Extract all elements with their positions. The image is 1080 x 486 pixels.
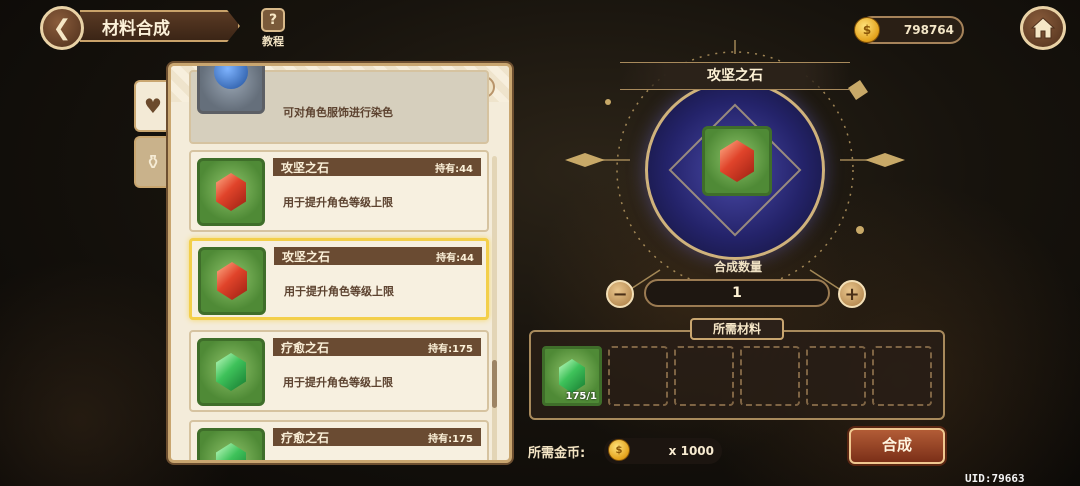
item-owned-count: 持有:175 xyxy=(428,343,473,355)
material-list-panel: ⬆ 可对角色服饰进行染色 攻坚之石 持有:44 用于提升角色等级上限 攻坚之石 … xyxy=(168,63,512,463)
material-count: 175/1 xyxy=(565,391,597,402)
item-header: 攻坚之石 持有:44 xyxy=(274,247,482,265)
item-description: 用于提升角色等级上限 xyxy=(283,376,393,389)
item-icon-frame xyxy=(197,428,265,460)
item-owned-count: 持有:175 xyxy=(428,433,473,445)
tutorial-label: 教程 xyxy=(262,35,284,48)
material-slot-empty xyxy=(674,346,734,406)
list-item[interactable]: 攻坚之石 持有:44 用于提升角色等级上限 xyxy=(189,150,489,232)
quantity-input[interactable]: 1 xyxy=(644,279,830,307)
list-item[interactable]: 疗愈之石 持有:175 用于提升角色等级上限 xyxy=(189,330,489,412)
item-header: 疗愈之石 持有:175 xyxy=(273,338,481,356)
item-owned-count: 持有:44 xyxy=(436,252,474,264)
result-item-name: 攻坚之石 xyxy=(620,62,850,90)
potion-bag-icon: ⚱ xyxy=(144,150,162,174)
item-icon-frame xyxy=(197,338,265,406)
quantity-label: 合成数量 xyxy=(713,260,762,274)
list-item[interactable]: 疗愈之石 持有:175 xyxy=(189,420,489,460)
scrollbar-track[interactable] xyxy=(492,156,497,460)
item-icon-frame xyxy=(197,66,265,114)
dye-orb-icon xyxy=(214,66,248,89)
back-button[interactable]: ❮ xyxy=(40,6,84,50)
quantity-minus-button[interactable]: − xyxy=(606,280,634,308)
page-title-text: 材料合成 xyxy=(102,18,170,39)
minus-icon: − xyxy=(612,283,628,305)
synthesize-button[interactable]: 合成 xyxy=(849,428,945,464)
required-materials-title: 所需材料 xyxy=(690,318,784,340)
page-title: 材料合成 xyxy=(80,10,240,42)
material-slot-empty xyxy=(872,346,932,406)
plus-icon: + xyxy=(844,283,860,305)
material-slot-empty xyxy=(740,346,800,406)
green-gem-icon xyxy=(559,359,585,393)
green-gem-icon xyxy=(216,353,246,391)
question-icon: ? xyxy=(261,8,285,32)
heart-diamond-icon: ♥ xyxy=(144,94,162,118)
tab-costume[interactable]: ♥ xyxy=(134,80,170,132)
green-gem-icon xyxy=(216,443,246,460)
item-header: 疗愈之石 持有:175 xyxy=(273,428,481,446)
gold-cost-amount: x 1000 xyxy=(668,444,714,458)
item-description: 用于提升角色等级上限 xyxy=(283,196,393,209)
material-slot[interactable]: 175/1 xyxy=(542,346,602,406)
red-gem-icon xyxy=(216,173,246,211)
gold-cost: $ x 1000 xyxy=(604,438,722,464)
material-slot-empty xyxy=(608,346,668,406)
list-item[interactable]: 可对角色服饰进行染色 xyxy=(189,66,489,144)
tutorial-button[interactable]: ? 教程 xyxy=(254,8,292,48)
scrollbar-thumb[interactable] xyxy=(492,360,497,408)
result-item-icon xyxy=(702,126,772,196)
user-id: UID:79663 xyxy=(965,472,1025,485)
red-gem-icon xyxy=(217,262,247,300)
gold-amount: 798764 xyxy=(903,23,954,37)
item-header: 攻坚之石 持有:44 xyxy=(273,158,481,176)
item-owned-count: 持有:44 xyxy=(435,163,473,175)
back-arrow-icon: ❮ xyxy=(52,15,72,41)
item-name: 攻坚之石 xyxy=(282,249,331,264)
quantity-plus-button[interactable]: + xyxy=(838,280,866,308)
tab-materials[interactable]: ⚱ xyxy=(134,136,170,188)
item-name: 疗愈之石 xyxy=(281,430,330,445)
material-slot-empty xyxy=(806,346,866,406)
item-icon-frame xyxy=(198,247,266,315)
home-button[interactable] xyxy=(1020,6,1066,50)
item-description: 用于提升角色等级上限 xyxy=(284,285,394,298)
list-item-selected[interactable]: 攻坚之石 持有:44 用于提升角色等级上限 xyxy=(189,238,489,320)
gold-cost-label: 所需金币: xyxy=(528,446,586,461)
red-gem-icon xyxy=(720,140,754,182)
home-icon xyxy=(1030,17,1056,39)
item-icon-frame xyxy=(197,158,265,226)
item-name: 攻坚之石 xyxy=(281,160,330,175)
gold-coin-icon: $ xyxy=(608,439,630,461)
item-description: 可对角色服饰进行染色 xyxy=(283,106,393,119)
item-name: 疗愈之石 xyxy=(281,340,330,355)
